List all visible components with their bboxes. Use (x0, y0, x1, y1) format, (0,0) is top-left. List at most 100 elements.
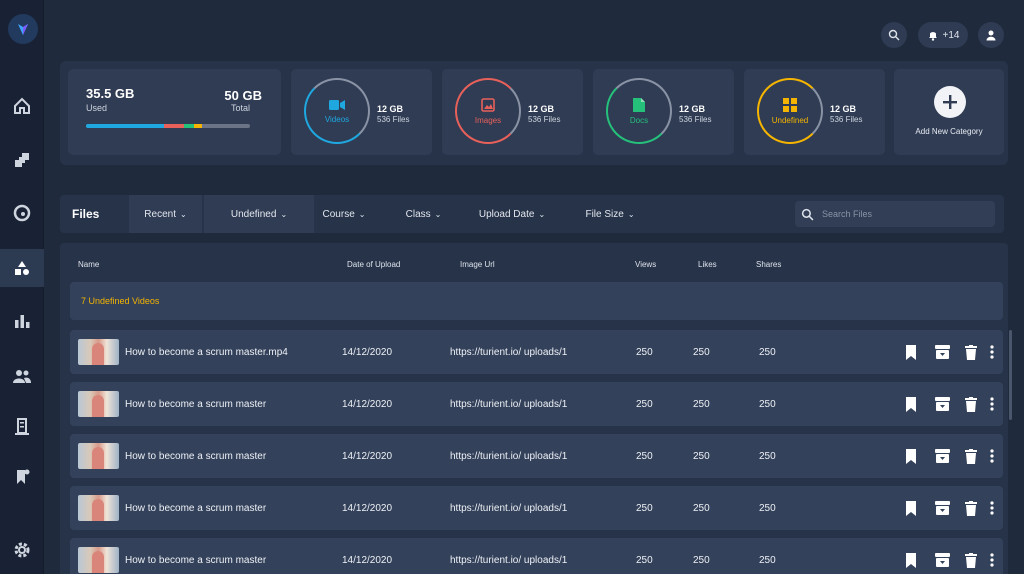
category-card-videos[interactable]: Videos 12 GB 536 Files (291, 69, 432, 155)
file-name[interactable]: How to become a scrum master (125, 451, 266, 462)
shapes-icon (15, 261, 29, 275)
more-options-button[interactable] (984, 499, 1000, 517)
bookmark-button[interactable] (903, 447, 919, 465)
delete-button[interactable] (963, 551, 979, 569)
bookmark-button[interactable] (903, 343, 919, 361)
header-search-button[interactable] (881, 22, 907, 48)
archive-button[interactable] (934, 447, 950, 465)
delete-button[interactable] (963, 395, 979, 413)
archive-button[interactable] (934, 551, 950, 569)
category-label: Undefined (771, 115, 809, 125)
sidebar-item-modules[interactable] (0, 141, 44, 179)
sidebar-item-home[interactable] (0, 87, 44, 125)
image-url[interactable]: https://turient.io/ uploads/1 (450, 399, 567, 410)
filter-upload-date[interactable]: Upload Date ⌄ (472, 195, 552, 233)
trash-icon (965, 448, 977, 464)
category-card-images[interactable]: Images 12 GB 536 Files (442, 69, 583, 155)
files-search-input[interactable] (822, 209, 982, 219)
files-toolbar: Files Recent ⌄ Undefined ⌄ Course ⌄ Clas… (60, 195, 1004, 233)
column-header-shares[interactable]: Shares (756, 260, 781, 269)
add-category-card[interactable]: Add New Category (894, 69, 1004, 155)
filter-undefined[interactable]: Undefined ⌄ (204, 195, 314, 233)
video-thumbnail[interactable] (78, 391, 119, 417)
table-scrollbar[interactable] (1009, 330, 1012, 420)
image-url[interactable]: https://turient.io/ uploads/1 (450, 503, 567, 514)
filter-class[interactable]: Class ⌄ (396, 195, 451, 233)
archive-button[interactable] (934, 343, 950, 361)
add-category-button[interactable] (934, 86, 966, 118)
image-url[interactable]: https://turient.io/ uploads/1 (450, 347, 567, 358)
archive-button[interactable] (934, 395, 950, 413)
table-row[interactable]: How to become a scrum master 14/12/2020 ht… (70, 486, 1003, 530)
chevron-down-icon: ⌄ (358, 209, 366, 219)
category-file-count: 536 Files (679, 115, 712, 124)
sidebar-item-saved[interactable] (0, 458, 44, 496)
delete-button[interactable] (963, 447, 979, 465)
column-header-date[interactable]: Date of Upload (347, 260, 400, 269)
more-vertical-icon (990, 501, 994, 515)
delete-button[interactable] (963, 499, 979, 517)
upload-date: 14/12/2020 (342, 347, 393, 358)
category-card-undefined[interactable]: Undefined 12 GB 536 Files (744, 69, 885, 155)
bookmark-button[interactable] (903, 499, 919, 517)
delete-button[interactable] (963, 343, 979, 361)
bookmark-button[interactable] (903, 551, 919, 569)
table-row[interactable]: How to become a scrum master 14/12/2020 ht… (70, 538, 1003, 574)
category-label: Images (474, 115, 502, 125)
bookmark-icon (906, 448, 916, 464)
sidebar-item-organization[interactable] (0, 407, 44, 445)
image-url[interactable]: https://turient.io/ uploads/1 (450, 451, 567, 462)
archive-icon (934, 501, 950, 515)
video-thumbnail[interactable] (78, 339, 119, 365)
table-row[interactable]: How to become a scrum master 14/12/2020 ht… (70, 434, 1003, 478)
more-vertical-icon (990, 553, 994, 567)
file-name[interactable]: How to become a scrum master.mp4 (125, 347, 288, 358)
video-thumbnail[interactable] (78, 443, 119, 469)
more-options-button[interactable] (984, 343, 1000, 361)
archive-button[interactable] (934, 499, 950, 517)
document-icon (633, 97, 645, 112)
video-thumbnail[interactable] (78, 495, 119, 521)
trash-icon (965, 396, 977, 412)
file-name[interactable]: How to become a scrum master (125, 503, 266, 514)
more-options-button[interactable] (984, 395, 1000, 413)
sidebar-item-analytics[interactable] (0, 302, 44, 340)
table-row[interactable]: How to become a scrum master.mp4 14/12/20… (70, 330, 1003, 374)
sidebar-item-settings[interactable] (0, 531, 44, 569)
table-row[interactable]: How to become a scrum master 14/12/2020 ht… (70, 382, 1003, 426)
filter-recent[interactable]: Recent ⌄ (129, 195, 202, 233)
category-ring: Undefined (757, 78, 823, 144)
home-icon (14, 97, 30, 114)
category-ring: Images (455, 78, 521, 144)
sidebar-item-shapes[interactable] (0, 249, 44, 287)
user-profile-button[interactable] (978, 22, 1004, 48)
bell-icon (928, 32, 937, 41)
more-vertical-icon (990, 345, 994, 359)
more-options-button[interactable] (984, 551, 1000, 569)
file-name[interactable]: How to become a scrum master (125, 399, 266, 410)
column-header-name[interactable]: Name (78, 260, 99, 269)
app-logo[interactable] (8, 14, 38, 44)
notifications-button[interactable]: +14 (918, 22, 968, 48)
image-url[interactable]: https://turient.io/ uploads/1 (450, 555, 567, 566)
users-icon (13, 370, 31, 383)
filter-file-size[interactable]: File Size ⌄ (580, 195, 640, 233)
column-header-image-url[interactable]: Image Url (460, 260, 495, 269)
group-header-undefined-videos[interactable]: 7 Undefined Videos (70, 282, 1003, 320)
bookmark-button[interactable] (903, 395, 919, 413)
archive-icon (934, 397, 950, 411)
trash-icon (965, 500, 977, 516)
more-options-button[interactable] (984, 447, 1000, 465)
puzzle-icon (15, 153, 29, 167)
file-name[interactable]: How to become a scrum master (125, 555, 266, 566)
column-header-likes[interactable]: Likes (698, 260, 717, 269)
views-count: 250 (636, 399, 653, 410)
column-header-views[interactable]: Views (635, 260, 656, 269)
filter-course[interactable]: Course ⌄ (314, 195, 374, 233)
usage-segment-videos (86, 124, 164, 128)
category-card-docs[interactable]: Docs 12 GB 536 Files (593, 69, 734, 155)
video-thumbnail[interactable] (78, 547, 119, 573)
sidebar-item-design[interactable] (0, 194, 44, 232)
chevron-down-icon: ⌄ (434, 209, 442, 219)
sidebar-item-users[interactable] (0, 357, 44, 395)
